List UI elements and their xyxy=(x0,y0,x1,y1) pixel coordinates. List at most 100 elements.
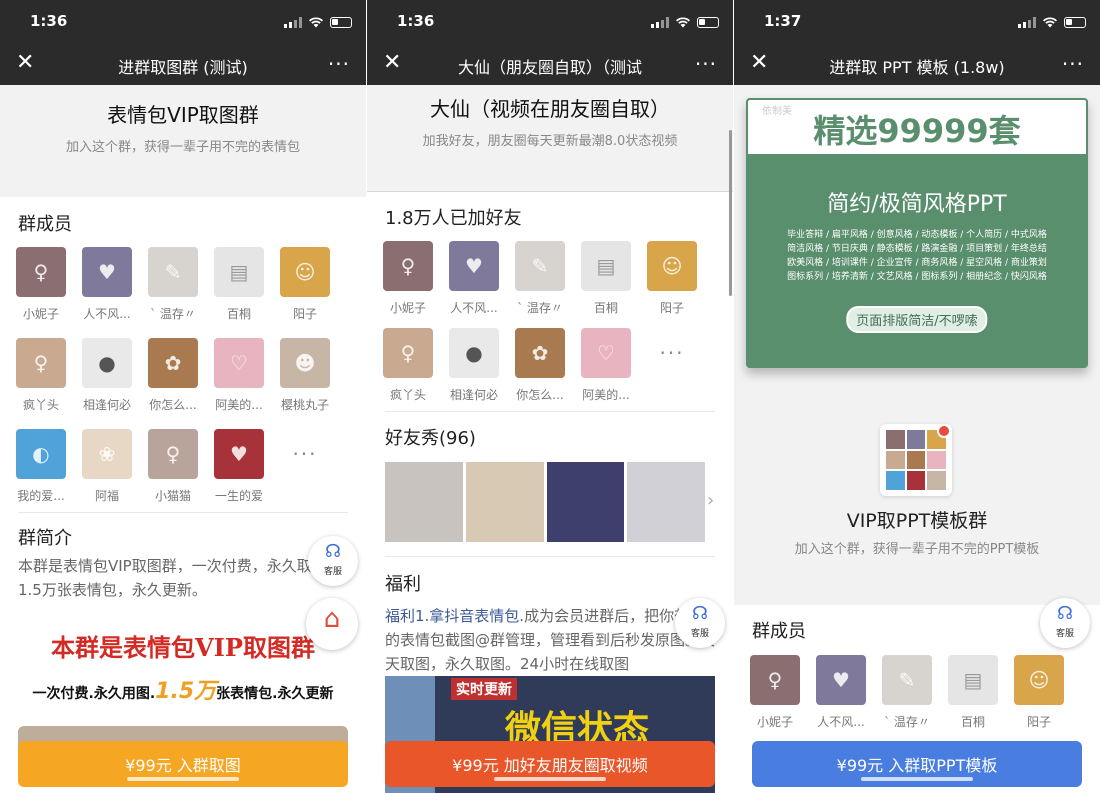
avatar: ♥ xyxy=(214,429,264,479)
nav-title: 大仙（朋友圈自取）（测试 xyxy=(457,58,642,77)
member-item[interactable]: ● 相逢何必 xyxy=(449,328,499,403)
member-item[interactable]: ◐ 我的爱... xyxy=(16,429,66,504)
more-icon[interactable]: ··· xyxy=(695,52,717,76)
close-icon[interactable]: ✕ xyxy=(383,52,401,74)
wifi-icon xyxy=(1043,17,1057,28)
banner-subline-c: 张表情包.永久更新 xyxy=(216,686,334,702)
poster-subtitle: 简约/极简风格PPT xyxy=(827,192,1007,217)
member-name: 百桐 xyxy=(593,301,618,315)
more-icon[interactable]: ··· xyxy=(1062,52,1084,76)
avatar: ☺ xyxy=(280,247,330,297)
member-item[interactable]: ▤ 百桐 xyxy=(581,241,631,316)
member-item[interactable]: ♥ 人不风... xyxy=(449,241,499,316)
member-item[interactable]: ● 相逢何必 xyxy=(82,338,132,413)
nav-title: 进群取图群 (测试) xyxy=(118,58,248,77)
poster-line: 简洁风格 / 节日庆典 / 静态模板 / 路演金融 / 项目策划 / 年终总结 xyxy=(787,244,1047,254)
home-indicator xyxy=(494,777,606,781)
system-icons xyxy=(284,16,352,28)
top-bar: 1:36 ✕ 大仙（朋友圈自取）（测试 ··· xyxy=(367,0,733,85)
battery-icon xyxy=(697,16,719,28)
welfare-link[interactable]: 福利1.拿抖音表情包. xyxy=(385,607,524,625)
avatar: ✿ xyxy=(148,338,198,388)
banner-tag: 实时更新 xyxy=(451,678,517,700)
member-item[interactable]: ▤ 百桐 xyxy=(948,655,998,730)
nav-title: 进群取 PPT 模板 (1.8w) xyxy=(829,58,1005,77)
customer-service-button[interactable]: ☊ 客服 xyxy=(308,536,358,586)
poster-line: 图标系列 / 培养清新 / 文艺风格 / 图标系列 / 相册纪念 / 快闪风格 xyxy=(787,272,1047,282)
intro-text: 本群是表情包VIP取图群，一次付费，永久取图。1.5万张表情包，永久更新。 xyxy=(18,557,342,599)
avatar: ♀ xyxy=(750,655,800,705)
close-icon[interactable]: ✕ xyxy=(750,52,768,74)
member-item[interactable]: ▤ 百桐 xyxy=(214,247,264,322)
member-item[interactable]: ✎ ` 温存〃 xyxy=(148,247,198,322)
member-name: ` 温存〃 xyxy=(517,301,563,315)
avatar: ♀ xyxy=(383,241,433,291)
ppt-poster: 精选99999套 依制美 简约/极简风格PPT 毕业答辩 / 扁平风格 / 创意… xyxy=(746,98,1088,368)
show-heading: 好友秀(96) xyxy=(385,428,476,449)
more-friends-button[interactable]: ··· xyxy=(647,328,697,403)
add-friend-button-label: ¥99元 加好友朋友圈取视频 xyxy=(452,756,648,775)
signal-icon xyxy=(651,16,669,28)
avatar: ♥ xyxy=(816,655,866,705)
battery-icon xyxy=(1064,16,1086,28)
member-item[interactable]: ♀ 小猫猫 xyxy=(148,429,198,504)
member-item[interactable]: ☻ 樱桃丸子 xyxy=(280,338,330,413)
poster-line: 欧美风格 / 培训课件 / 企业宣传 / 商务风格 / 星空风格 / 商业策划 xyxy=(787,258,1047,268)
divider xyxy=(18,512,348,513)
member-item[interactable]: ☺ 阳子 xyxy=(647,241,697,316)
member-name: 阿福 xyxy=(94,489,119,503)
avatar: ♀ xyxy=(16,338,66,388)
group-name: VIP取PPT模板群 xyxy=(846,510,988,532)
member-item[interactable]: ♥ 人不风... xyxy=(82,247,132,322)
member-item[interactable]: ♥ 一生的爱 xyxy=(214,429,264,504)
join-button-label: ¥99元 入群取PPT模板 xyxy=(836,756,998,775)
top-bar: 1:37 ✕ 进群取 PPT 模板 (1.8w) ··· xyxy=(734,0,1100,85)
member-name: 阳子 xyxy=(1026,715,1051,729)
member-item[interactable]: ☺ 阳子 xyxy=(1014,655,1064,730)
gallery-thumb[interactable] xyxy=(546,462,625,542)
hero-title: 大仙（视频在朋友圈自取） xyxy=(430,97,670,121)
member-item[interactable]: ♀ 小妮子 xyxy=(16,247,66,322)
member-name: 百桐 xyxy=(226,307,251,321)
member-item[interactable]: ❀ 阿福 xyxy=(82,429,132,504)
friend-show-gallery[interactable] xyxy=(385,462,705,542)
member-item[interactable]: ♀ 疯丫头 xyxy=(16,338,66,413)
scrollbar[interactable] xyxy=(729,130,732,296)
intro-heading: 群简介 xyxy=(18,528,72,549)
member-item[interactable]: ♀ 疯丫头 xyxy=(383,328,433,403)
gallery-next-icon[interactable]: › xyxy=(707,490,714,511)
member-item[interactable]: ♥ 人不风... xyxy=(816,655,866,730)
member-item[interactable]: ♡ 阿美的... xyxy=(214,338,264,413)
member-name: 人不风... xyxy=(450,301,498,315)
member-item[interactable]: ☺ 阳子 xyxy=(280,247,330,322)
customer-service-button[interactable]: ☊ 客服 xyxy=(1040,598,1090,648)
avatar: ☺ xyxy=(1014,655,1064,705)
avatar: ☻ xyxy=(280,338,330,388)
more-members-button[interactable]: ··· xyxy=(280,429,330,504)
member-name: 疯丫头 xyxy=(22,398,59,412)
member-item[interactable]: ♡ 阿美的... xyxy=(581,328,631,403)
avatar: ▤ xyxy=(948,655,998,705)
member-item[interactable]: ✎ ` 温存〃 xyxy=(515,241,565,316)
gallery-thumb[interactable] xyxy=(465,462,544,542)
avatar: ❀ xyxy=(82,429,132,479)
member-name: 相逢何必 xyxy=(82,398,131,412)
phone-screen-2: 1:36 ✕ 大仙（朋友圈自取）（测试 ··· 大仙（视频在朋友圈自取） 加我好… xyxy=(367,0,733,793)
gallery-thumb[interactable] xyxy=(385,462,463,542)
close-icon[interactable]: ✕ xyxy=(16,52,34,74)
member-name: 疯丫头 xyxy=(389,388,426,402)
gallery-thumb[interactable] xyxy=(627,462,705,542)
more-icon[interactable]: ··· xyxy=(328,52,350,76)
top-bar: 1:36 ✕ 进群取图群 (测试) ··· xyxy=(0,0,366,85)
member-item[interactable]: ✿ 你怎么... xyxy=(515,328,565,403)
wifi-icon xyxy=(309,17,323,28)
home-button[interactable]: ⌂ xyxy=(306,598,358,650)
customer-service-button[interactable]: ☊ 客服 xyxy=(675,598,725,648)
member-item[interactable]: ✿ 你怎么... xyxy=(148,338,198,413)
member-item[interactable]: ✎ ` 温存〃 xyxy=(882,655,932,730)
member-item[interactable]: ♀ 小妮子 xyxy=(750,655,800,730)
hero-title: 表情包VIP取图群 xyxy=(107,103,259,127)
avatar: ● xyxy=(449,328,499,378)
poster-category-list: 毕业答辩 / 扁平风格 / 创意风格 / 动态模板 / 个人简历 / 中式风格 … xyxy=(746,228,1088,284)
member-item[interactable]: ♀ 小妮子 xyxy=(383,241,433,316)
